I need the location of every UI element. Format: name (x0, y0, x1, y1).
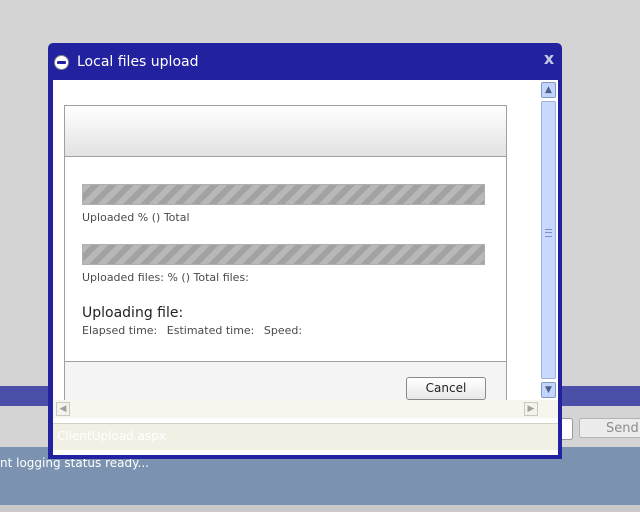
app-globe-icon (54, 55, 69, 70)
scroll-grip-icon (545, 229, 552, 237)
panel-header (65, 106, 506, 157)
panel-body: Uploaded % () Total Uploaded files: % ()… (65, 157, 506, 362)
uploading-file-label: Uploading file: (82, 305, 184, 321)
vertical-scrollbar[interactable]: ▲ ▼ (540, 80, 558, 400)
scroll-up-icon[interactable]: ▲ (541, 82, 556, 98)
close-icon[interactable]: x (542, 51, 556, 67)
background-bottom-strip (0, 505, 640, 512)
horizontal-scrollbar[interactable]: ◀ ▶ (53, 400, 540, 418)
cancel-button[interactable]: Cancel (406, 377, 486, 400)
scroll-left-icon[interactable]: ◀ (56, 402, 70, 416)
elapsed-time-label: Elapsed time: (82, 324, 158, 337)
upload-panel: Uploaded % () Total Uploaded files: % ()… (64, 105, 507, 407)
files-progress-label: Uploaded files: % () Total files: (82, 271, 249, 284)
total-progress-label: Uploaded % () Total (82, 211, 190, 224)
dialog-titlebar[interactable]: Local files upload x (48, 43, 562, 79)
estimated-time-label: Estimated time: (166, 324, 255, 337)
speed-label: Speed: (263, 324, 303, 337)
total-progress-bar (82, 184, 485, 205)
scroll-right-icon[interactable]: ▶ (524, 402, 538, 416)
upload-dialog: Local files upload x Uploaded % () Total… (48, 43, 562, 459)
scroll-down-icon[interactable]: ▼ (541, 382, 556, 398)
scrollbar-corner (540, 400, 558, 418)
files-progress-bar (82, 244, 485, 265)
dialog-content: Uploaded % () Total Uploaded files: % ()… (53, 80, 558, 455)
vertical-scroll-thumb[interactable] (541, 101, 556, 379)
dialog-statusbar: ClientUpload.aspx (53, 423, 558, 450)
dialog-title: Local files upload (77, 54, 199, 70)
dialog-status-text: ClientUpload.aspx (57, 429, 166, 443)
background-send-button[interactable]: Send (579, 418, 640, 438)
time-info: Elapsed time: Estimated time: Speed: (82, 324, 308, 337)
